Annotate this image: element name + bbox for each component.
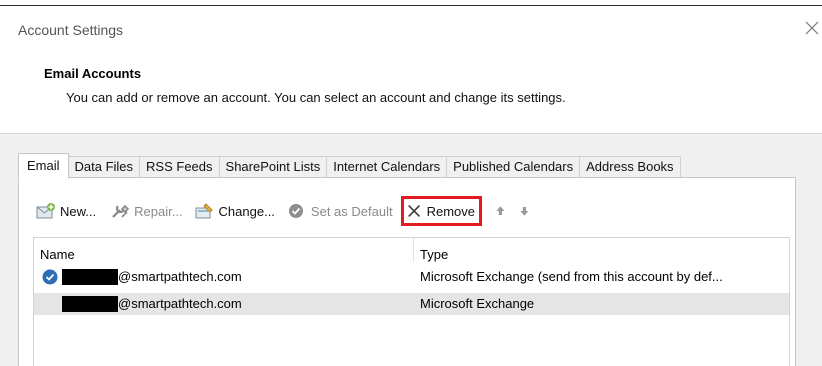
change-button[interactable]: Change... <box>195 199 275 223</box>
close-icon[interactable] <box>804 20 820 36</box>
tab-bar: Email Data Files RSS Feeds SharePoint Li… <box>18 152 681 179</box>
tab-rss-feeds[interactable]: RSS Feeds <box>140 156 220 178</box>
account-name: @smartpathtech.com <box>118 269 242 284</box>
remove-button[interactable]: Remove <box>400 196 482 226</box>
account-type: Microsoft Exchange <box>420 296 535 311</box>
column-divider[interactable] <box>413 238 414 262</box>
account-type: Microsoft Exchange (send from this accou… <box>420 269 723 284</box>
repair-button[interactable]: Repair... <box>110 199 183 223</box>
change-label: Change... <box>218 203 275 219</box>
column-header-type[interactable]: Type <box>420 247 448 262</box>
top-border <box>0 5 822 6</box>
account-list: Name Type @smartpathtech.com Microsoft E… <box>33 237 790 366</box>
tab-sharepoint-lists[interactable]: SharePoint Lists <box>219 156 328 178</box>
redacted-username <box>62 269 118 285</box>
repair-label: Repair... <box>134 203 183 219</box>
window-title: Account Settings <box>18 22 124 38</box>
section-description: You can add or remove an account. You ca… <box>66 90 566 105</box>
new-account-icon <box>36 203 55 219</box>
tab-published-calendars[interactable]: Published Calendars <box>447 156 581 178</box>
change-icon <box>195 203 213 219</box>
section-title: Email Accounts <box>44 66 142 81</box>
tab-data-files[interactable]: Data Files <box>68 156 141 178</box>
set-default-label: Set as Default <box>310 203 393 219</box>
set-default-button[interactable]: Set as Default <box>287 199 393 223</box>
remove-icon <box>407 205 420 217</box>
account-toolbar: New... Repair... Change... Set as Defaul… <box>36 196 538 226</box>
account-row[interactable]: @smartpathtech.com Microsoft Exchange (s… <box>34 266 789 288</box>
account-name: @smartpathtech.com <box>118 296 242 311</box>
new-account-button[interactable]: New... <box>36 199 96 223</box>
move-up-button[interactable] <box>494 199 514 223</box>
move-up-icon <box>496 206 505 215</box>
remove-label: Remove <box>426 203 475 219</box>
move-down-button[interactable] <box>518 199 538 223</box>
tab-address-books[interactable]: Address Books <box>580 156 681 178</box>
redacted-username <box>62 296 118 312</box>
column-header-name[interactable]: Name <box>40 247 75 262</box>
default-account-check-icon <box>42 269 58 285</box>
tab-internet-calendars[interactable]: Internet Calendars <box>327 156 448 178</box>
set-default-icon <box>288 204 303 218</box>
new-account-label: New... <box>60 203 97 219</box>
repair-icon <box>112 204 130 218</box>
move-down-icon <box>520 207 529 216</box>
account-row[interactable]: @smartpathtech.com Microsoft Exchange <box>34 293 789 315</box>
list-header: Name Type <box>34 238 789 262</box>
tab-email[interactable]: Email <box>18 153 69 179</box>
